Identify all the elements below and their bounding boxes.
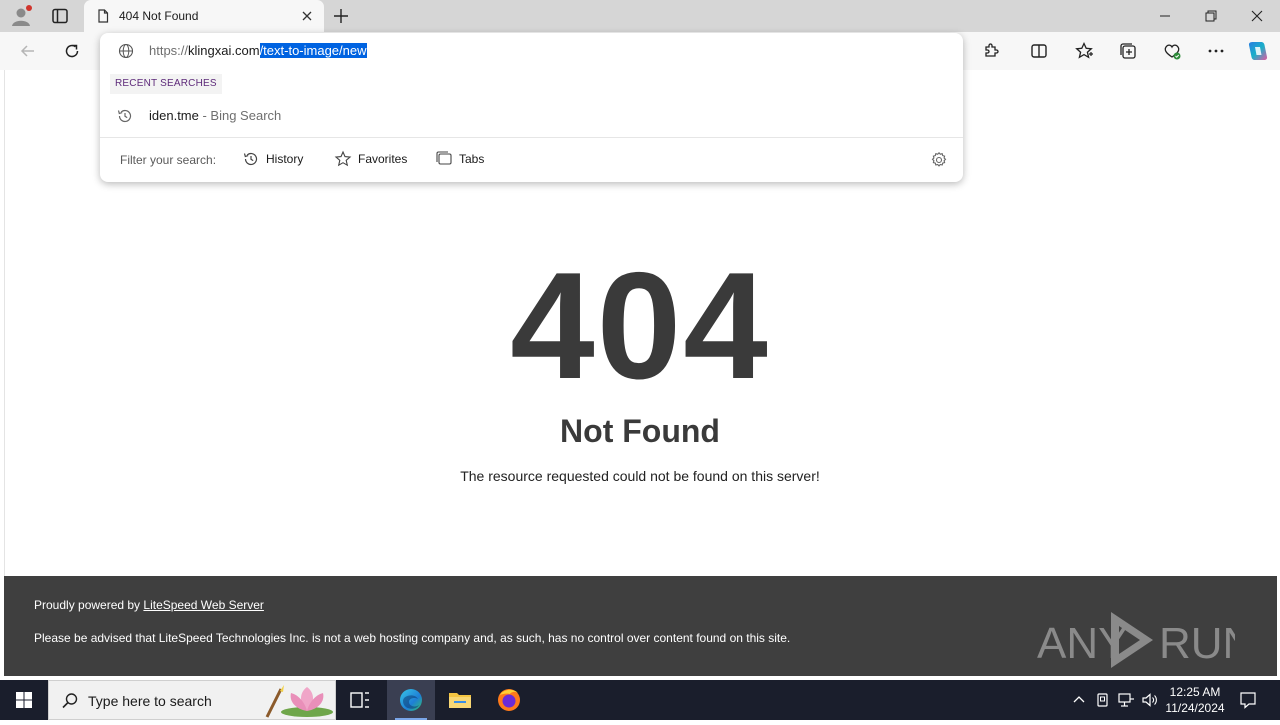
split-screen-icon[interactable] xyxy=(1029,41,1049,61)
filter-history-label: History xyxy=(266,152,304,166)
error-code: 404 xyxy=(510,241,770,411)
taskbar-edge[interactable] xyxy=(387,680,435,720)
gear-icon[interactable] xyxy=(930,151,948,169)
page-icon xyxy=(96,9,110,23)
hosting-notice: Please be advised that LiteSpeed Technol… xyxy=(34,631,791,645)
address-input[interactable]: https://klingxai.com/text-to-image/new xyxy=(149,43,367,58)
taskbar-file-explorer[interactable] xyxy=(436,680,484,720)
system-clock[interactable]: 12:25 AM 11/24/2024 xyxy=(1160,684,1230,716)
start-button[interactable] xyxy=(0,680,48,720)
star-icon xyxy=(334,150,352,168)
suggestion-query: iden.tme xyxy=(149,108,199,123)
watermark-right-text: RUN xyxy=(1159,619,1235,668)
filter-label: Filter your search: xyxy=(120,153,217,167)
task-view-icon xyxy=(350,692,369,708)
suggestion-item[interactable]: iden.tme - Bing Search xyxy=(100,100,963,130)
address-dropdown: https://klingxai.com/text-to-image/new R… xyxy=(100,33,963,182)
dropdown-divider xyxy=(100,137,963,138)
tab-actions-icon[interactable] xyxy=(50,6,70,26)
taskbar-firefox[interactable] xyxy=(485,680,533,720)
minimize-icon[interactable] xyxy=(1157,8,1173,24)
url-host: klingxai.com xyxy=(188,43,260,58)
clock-time: 12:25 AM xyxy=(1169,685,1221,699)
history-icon xyxy=(116,107,134,125)
tab-active[interactable]: 404 Not Found xyxy=(84,0,324,32)
clock-date: 11/24/2024 xyxy=(1165,701,1225,715)
extensions-icon[interactable] xyxy=(981,41,1001,61)
chevron-up-icon[interactable] xyxy=(1070,691,1088,709)
powered-by-text: Proudly powered by LiteSpeed Web Server xyxy=(34,598,264,612)
copilot-icon[interactable] xyxy=(1246,39,1270,63)
more-options-icon[interactable] xyxy=(1206,41,1226,61)
litespeed-link[interactable]: LiteSpeed Web Server xyxy=(143,598,264,612)
taskbar-search[interactable]: Type here to search xyxy=(48,680,336,720)
filter-favorites-label: Favorites xyxy=(358,152,408,166)
volume-icon[interactable] xyxy=(1141,691,1159,709)
close-tab-icon[interactable] xyxy=(300,9,314,23)
edge-icon xyxy=(400,689,422,711)
search-icon xyxy=(60,691,80,711)
firefox-icon xyxy=(498,689,520,711)
url-scheme: https:// xyxy=(149,43,189,58)
profile-icon[interactable] xyxy=(10,5,32,27)
new-tab-icon[interactable] xyxy=(332,7,350,25)
favorites-star-icon[interactable] xyxy=(1074,41,1094,61)
back-icon[interactable] xyxy=(18,41,38,61)
collections-icon[interactable] xyxy=(1118,41,1138,61)
lotus-illustration-icon xyxy=(259,683,335,719)
task-view-button[interactable] xyxy=(336,680,384,720)
recent-searches-label: RECENT SEARCHES xyxy=(110,74,222,94)
url-path-selected: /text-to-image/new xyxy=(259,43,367,58)
anyrun-watermark: ANY RUN xyxy=(1035,608,1254,672)
restore-icon[interactable] xyxy=(1203,8,1219,24)
history-icon xyxy=(242,150,260,168)
folder-icon xyxy=(449,693,471,708)
title-bar: 404 Not Found xyxy=(0,0,1280,32)
filter-favorites[interactable]: Favorites xyxy=(334,146,414,172)
notifications-icon[interactable] xyxy=(1238,690,1258,710)
filter-tabs-label: Tabs xyxy=(459,152,485,166)
filter-tabs[interactable]: Tabs xyxy=(435,146,495,172)
play-logo-icon xyxy=(1111,612,1153,668)
error-title: Not Found xyxy=(560,413,720,449)
filter-history[interactable]: History xyxy=(242,146,312,172)
error-message: The resource requested could not be foun… xyxy=(460,468,820,484)
taskbar: Type here to search 12:25 AM 11/24/2024 xyxy=(0,680,1280,720)
close-window-icon[interactable] xyxy=(1249,8,1265,24)
globe-icon xyxy=(118,43,134,59)
windows-icon xyxy=(16,692,32,708)
browser-essentials-icon[interactable] xyxy=(1162,41,1182,61)
suggestion-source: - Bing Search xyxy=(198,108,282,123)
search-placeholder: Type here to search xyxy=(88,693,212,709)
tabs-icon xyxy=(435,150,453,168)
refresh-icon[interactable] xyxy=(62,41,82,61)
device-icon[interactable] xyxy=(1094,691,1112,709)
network-icon[interactable] xyxy=(1117,691,1135,709)
powered-by-prefix: Proudly powered by xyxy=(34,598,144,612)
tab-title: 404 Not Found xyxy=(119,9,199,23)
